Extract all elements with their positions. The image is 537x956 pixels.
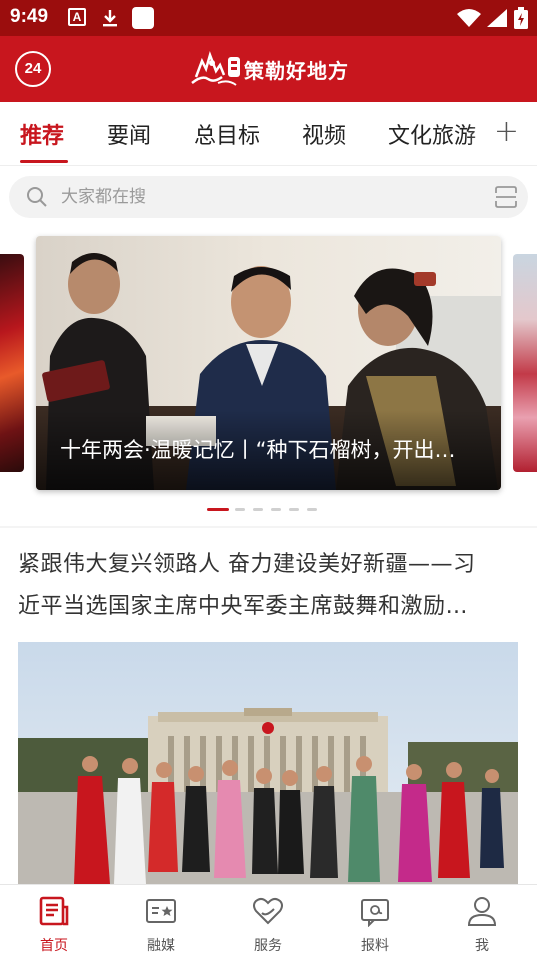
nav-service[interactable]: 服务 (228, 885, 308, 956)
nav-profile[interactable]: 我 (442, 885, 522, 956)
carousel-dot[interactable] (235, 508, 245, 511)
article-headline[interactable]: 紧跟伟大复兴领路人 奋力建设美好新疆——习 近平当选国家主席中央军委主席鼓舞和激… (18, 544, 518, 628)
24-hours-badge[interactable]: 24 (15, 51, 51, 87)
tab-culture-tourism[interactable]: 文化旅游 (388, 118, 476, 150)
app-name: 策勒好地方 (244, 58, 349, 83)
add-channel-button[interactable]: + (494, 117, 519, 147)
media-icon (146, 899, 176, 923)
nav-label-media: 融媒 (147, 938, 175, 954)
nav-label-report: 报料 (361, 938, 389, 954)
carousel-dot[interactable] (271, 508, 281, 511)
tab-general-goal[interactable]: 总目标 (194, 118, 260, 150)
carousel-dot[interactable] (289, 508, 299, 511)
report-icon (361, 899, 389, 927)
nav-label-home: 首页 (40, 938, 68, 954)
search-bar[interactable] (9, 176, 528, 218)
download-icon (103, 10, 117, 27)
signal-icon (487, 9, 507, 27)
bottom-nav: 首页 融媒 服务 报料 我 (0, 884, 537, 956)
search-icon (27, 187, 47, 207)
article-photo (18, 642, 518, 884)
banner-caption: 十年两会·温暖记忆丨“种下石榴树，开出… (60, 438, 456, 462)
tab-video[interactable]: 视频 (302, 118, 346, 150)
active-tab-indicator (20, 160, 68, 163)
nav-media[interactable]: 融媒 (121, 885, 201, 956)
status-bar: 9:49 A (0, 0, 537, 36)
banner-carousel[interactable]: 十年两会·温暖记忆丨“种下石榴树，开出… (0, 226, 537, 526)
app-header: 24 策勒好地方 (0, 36, 537, 102)
app-square-icon (132, 7, 154, 29)
profile-icon (467, 897, 497, 926)
wifi-icon (457, 9, 481, 27)
category-tabs: 推荐 要闻 总目标 视频 文化旅游 + (0, 102, 537, 166)
next-slide-peek[interactable] (513, 254, 537, 472)
nav-report[interactable]: 报料 (335, 885, 415, 956)
carousel-dot[interactable] (253, 508, 263, 511)
tab-news[interactable]: 要闻 (107, 118, 151, 150)
headline-line-1: 紧跟伟大复兴领路人 奋力建设美好新疆——习 (18, 552, 476, 577)
nav-label-service: 服务 (254, 938, 282, 954)
service-icon (253, 897, 283, 925)
article-image[interactable] (18, 642, 518, 884)
section-divider (0, 526, 537, 528)
scan-icon[interactable] (494, 185, 518, 209)
app-logo: 策勒好地方 (188, 48, 349, 90)
logo-mark-icon (191, 51, 240, 86)
nav-home[interactable]: 首页 (14, 885, 94, 956)
tab-recommend[interactable]: 推荐 (20, 118, 64, 150)
search-input[interactable] (61, 176, 461, 218)
battery-icon (514, 7, 528, 29)
home-icon (39, 896, 69, 926)
status-time: 9:49 (10, 6, 49, 27)
banner-slide[interactable]: 十年两会·温暖记忆丨“种下石榴树，开出… (36, 236, 501, 490)
previous-slide-peek[interactable] (0, 254, 24, 472)
a-notification-icon: A (68, 8, 86, 26)
carousel-dot[interactable] (307, 508, 317, 511)
nav-label-profile: 我 (475, 938, 489, 954)
carousel-dot[interactable] (207, 508, 229, 511)
headline-line-2: 近平当选国家主席中央军委主席鼓舞和激励… (18, 594, 469, 619)
